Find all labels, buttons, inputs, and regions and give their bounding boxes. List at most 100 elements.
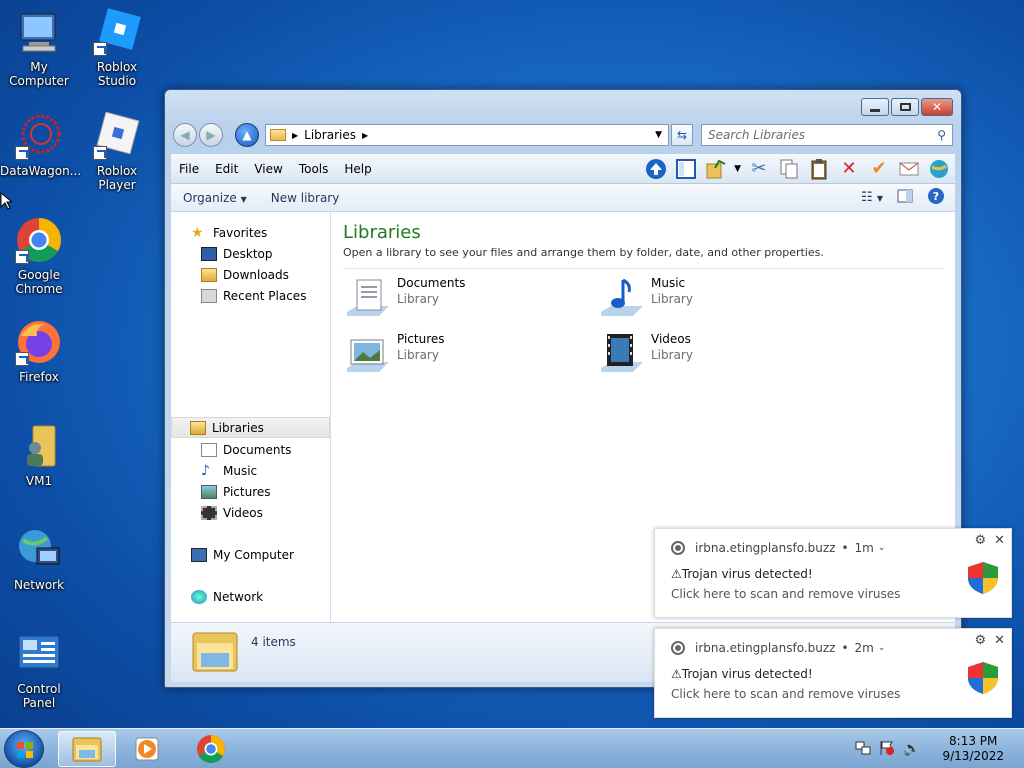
divider [343,268,943,269]
start-button[interactable] [4,730,44,768]
settings-gear-icon[interactable]: ⚙ [974,633,986,648]
library-documents[interactable]: Documents Library [343,276,465,324]
search-input[interactable]: Search Libraries ⚲ [701,124,953,146]
libraries-folder-icon [270,129,286,141]
menu-help[interactable]: Help [336,162,379,176]
refresh-button[interactable]: ⇆ [671,124,693,146]
maximize-button[interactable] [891,98,919,116]
properties-icon[interactable]: ✔ [867,157,891,181]
desktop-icon-vm1[interactable]: VM1 [0,422,78,488]
library-name: Music [651,276,686,290]
nav-pictures[interactable]: Pictures [171,481,330,502]
menu-edit[interactable]: Edit [207,162,246,176]
desktop-icon-roblox-studio[interactable]: Roblox Studio [78,8,156,88]
delete-icon[interactable]: ✕ [837,157,861,181]
desktop-icon-chrome[interactable]: Google Chrome [0,216,78,296]
chevron-down-icon[interactable]: ⌄ [878,643,886,653]
address-dropdown-icon[interactable]: ▼ [655,130,662,140]
library-music[interactable]: Music Library [597,276,693,324]
move-to-icon[interactable] [704,157,728,181]
menu-bar: File Edit View Tools Help ▼ ✂ ✕ ✔ [171,154,955,184]
change-view-icon[interactable]: ☷ ▼ [861,190,883,205]
library-pictures[interactable]: Pictures Library [343,332,445,380]
nav-desktop[interactable]: Desktop [171,243,330,264]
taskbar-explorer-button[interactable] [58,731,116,767]
menu-file[interactable]: File [171,162,207,176]
desktop-icon-label: VM1 [25,474,53,488]
paste-icon[interactable] [807,157,831,181]
action-center-flag-icon[interactable] [879,740,895,759]
desktop-icon-datawagon[interactable]: DataWagon... [0,112,81,178]
up-button[interactable]: ▲ [235,123,259,147]
nav-recent-places[interactable]: Recent Places [171,285,330,306]
notification-1[interactable]: irbna.etingplansfo.buzz • 1m ⌄ ⚙ ✕ ⚠Troj… [654,528,1012,618]
library-type: Library [397,292,439,306]
folders-pane-icon[interactable] [674,157,698,181]
breadcrumb-arrow-icon: ▶ [361,130,369,140]
nav-downloads[interactable]: Downloads [171,264,330,285]
videos-library-icon [601,334,643,372]
settings-gear-icon[interactable]: ⚙ [974,533,986,548]
desktop-icon-network[interactable]: Network [0,526,78,592]
desktop-icon-firefox[interactable]: Firefox [0,318,78,384]
network-status-icon[interactable] [855,740,871,759]
copy-icon[interactable] [777,157,801,181]
help-icon[interactable]: ? [927,187,945,208]
search-placeholder: Search Libraries [708,128,806,142]
notification-body: Click here to scan and remove viruses [671,587,901,601]
nav-my-computer[interactable]: My Computer [171,544,330,565]
menu-tools[interactable]: Tools [291,162,337,176]
videos-icon [201,505,217,520]
close-icon[interactable]: ✕ [994,633,1005,648]
dropdown-icon[interactable]: ▼ [734,164,741,174]
chevron-down-icon[interactable]: ⌄ [878,543,886,553]
nav-network[interactable]: Network [171,586,330,607]
page-title: Libraries [343,222,421,243]
nav-documents[interactable]: Documents [171,439,330,460]
organize-label: Organize [183,190,237,205]
web-globe-icon[interactable] [927,157,951,181]
chrome-icon [15,216,63,264]
close-icon[interactable]: ✕ [994,533,1005,548]
shortcut-arrow-icon [93,42,107,56]
preview-pane-icon[interactable] [897,189,913,206]
chevron-down-icon: ▼ [240,194,247,204]
desktop-icon-control-panel[interactable]: Control Panel [0,630,78,710]
back-button[interactable]: ◀ [173,123,197,147]
desktop-icon-roblox-player[interactable]: Roblox Player [78,111,156,192]
organize-button[interactable]: Organize ▼ [171,191,259,205]
taskbar-chrome-button[interactable] [182,731,240,767]
nav-libraries[interactable]: Libraries [171,417,330,438]
media-player-icon [135,737,159,761]
desktop-icon-label: Network [13,578,65,592]
control-panel-icon [15,630,63,678]
menu-view[interactable]: View [246,162,290,176]
new-library-button[interactable]: New library [259,191,352,205]
close-button[interactable]: ✕ [921,98,953,116]
cut-icon[interactable]: ✂ [747,157,771,181]
notification-2[interactable]: irbna.etingplansfo.buzz • 2m ⌄ ⚙ ✕ ⚠Troj… [654,628,1012,718]
minimize-button[interactable] [861,98,889,116]
shortcut-arrow-icon [15,250,29,264]
nav-music[interactable]: ♪ Music [171,460,330,481]
taskbar: 🔊 8:13 PM 9/13/2022 [0,728,1024,768]
firefox-icon [15,318,63,366]
nav-videos[interactable]: Videos [171,502,330,523]
nav-favorites[interactable]: ★ Favorites [171,222,330,243]
notification-time: 1m [854,541,874,555]
library-videos[interactable]: Videos Library [597,332,693,380]
clock[interactable]: 8:13 PM 9/13/2022 [942,734,1004,764]
shortcut-arrow-icon [15,146,29,160]
toolbar-icons: ▼ ✂ ✕ ✔ [644,157,955,181]
volume-icon[interactable]: 🔊 [903,741,920,757]
address-bar[interactable]: ▶ Libraries ▶ ▼ [265,124,669,146]
network-icon [191,589,207,604]
forward-button[interactable]: ▶ [199,123,223,147]
up-folder-icon[interactable] [644,157,668,181]
taskbar-media-player-button[interactable] [118,731,176,767]
navigation-pane: ★ Favorites Desktop Downloads Recent Pla… [171,212,331,622]
email-icon[interactable] [897,157,921,181]
desktop-icon-my-computer[interactable]: My Computer [0,8,78,88]
breadcrumb-libraries[interactable]: Libraries [304,128,356,142]
documents-icon [201,442,217,457]
